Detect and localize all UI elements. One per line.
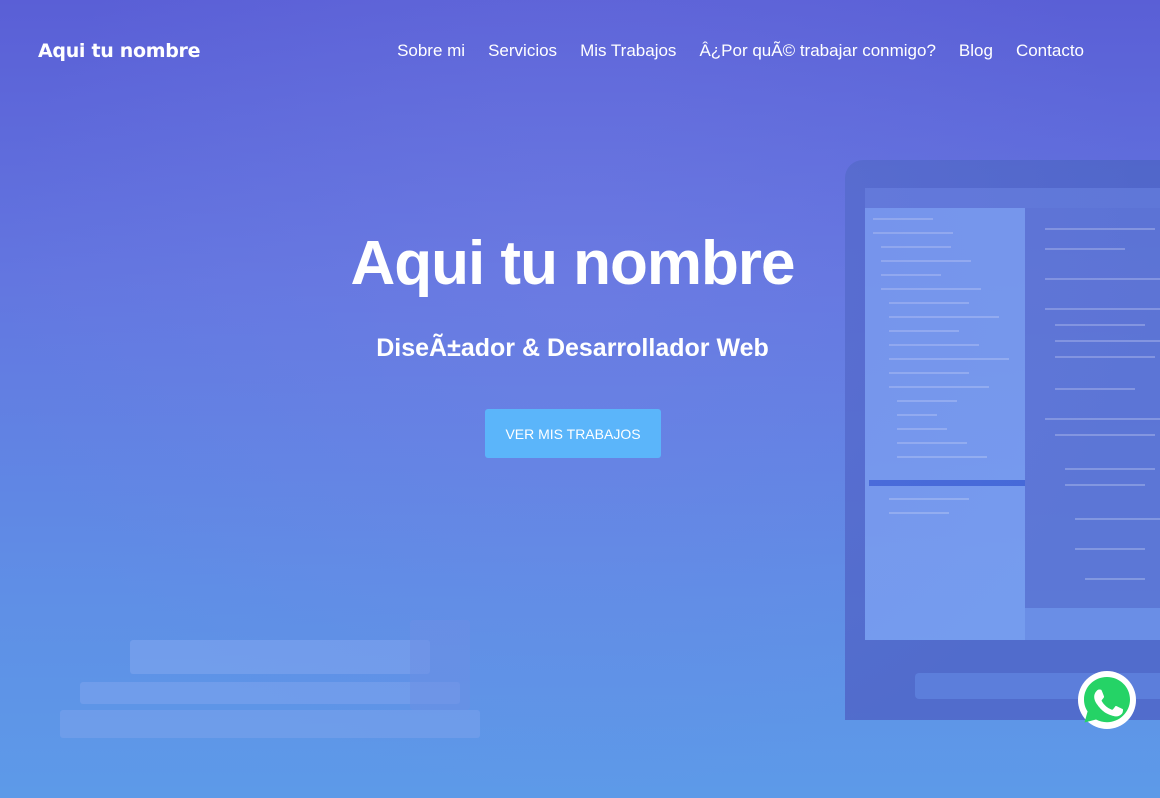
nav-item-contacto[interactable]: Contacto (1016, 41, 1084, 61)
nav-item-servicios[interactable]: Servicios (488, 41, 557, 61)
nav-item-blog[interactable]: Blog (959, 41, 993, 61)
hero-title: Aqui tu nombre (350, 229, 795, 298)
nav-item-mis-trabajos[interactable]: Mis Trabajos (580, 41, 676, 61)
nav-item-sobre-mi[interactable]: Sobre mi (397, 41, 465, 61)
brand-logo[interactable]: Aqui tu nombre (38, 40, 201, 62)
main-nav: Sobre mi Servicios Mis Trabajos Â¿Por qu… (397, 41, 1084, 61)
ver-mis-trabajos-button[interactable]: VER MIS TRABAJOS (485, 409, 661, 458)
hero-subtitle: DiseÃ±ador & Desarrollador Web (376, 334, 769, 362)
nav-item-por-que[interactable]: Â¿Por quÃ© trabajar conmigo? (699, 41, 935, 61)
hero-section: Aqui tu nombre Sobre mi Servicios Mis Tr… (0, 0, 1160, 798)
whatsapp-icon[interactable] (1078, 671, 1136, 729)
